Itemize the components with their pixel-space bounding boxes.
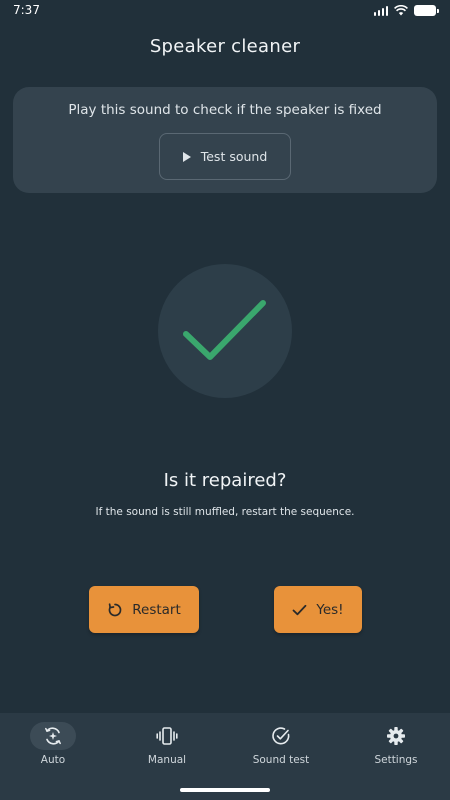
yes-label: Yes! [316,601,344,618]
nav-label-settings: Settings [374,754,418,766]
speaker-cleaner-screen: 7:37 Speaker cleaner Play this sound to … [0,0,450,800]
battery-icon [414,5,439,16]
nav-item-sound-test[interactable]: Sound test [225,713,337,800]
nav-label-auto: Auto [40,754,66,766]
sound-card-text: Play this sound to check if the speaker … [68,102,382,118]
repair-question: Is it repaired? [163,470,287,491]
nav-label-manual: Manual [147,754,187,766]
signal-icon [373,5,388,16]
yes-button[interactable]: Yes! [274,586,362,633]
nav-active-indicator [30,722,76,750]
nav-item-settings[interactable]: Settings [340,713,450,800]
restart-icon [108,602,122,616]
play-icon [182,151,191,162]
check-circle-icon [272,727,290,745]
nav-item-auto[interactable]: Auto [0,713,109,800]
status-bar: 7:37 [0,0,450,22]
repair-hint: If the sound is still muffled, restart t… [95,506,355,518]
checkmark-icon [183,300,266,360]
restart-label: Restart [132,601,181,618]
nav-item-manual[interactable]: Manual [111,713,223,800]
status-time: 7:37 [13,3,40,17]
page-title: Speaker cleaner [149,36,301,57]
success-check-badge [158,264,292,398]
test-sound-label: Test sound [200,149,268,164]
test-sound-button[interactable]: Test sound [159,133,291,180]
check-icon [292,604,307,615]
sound-test-card: Play this sound to check if the speaker … [13,87,437,193]
wifi-icon [394,5,408,16]
bottom-navigation: Auto Manual Sound test Settings [0,713,450,800]
vibrate-icon [156,727,178,745]
nav-label-sound-test: Sound test [252,754,310,766]
home-indicator[interactable] [180,788,270,792]
gear-icon [387,727,405,745]
restart-button[interactable]: Restart [89,586,199,633]
auto-clean-icon [45,727,61,745]
status-icons [373,5,439,16]
